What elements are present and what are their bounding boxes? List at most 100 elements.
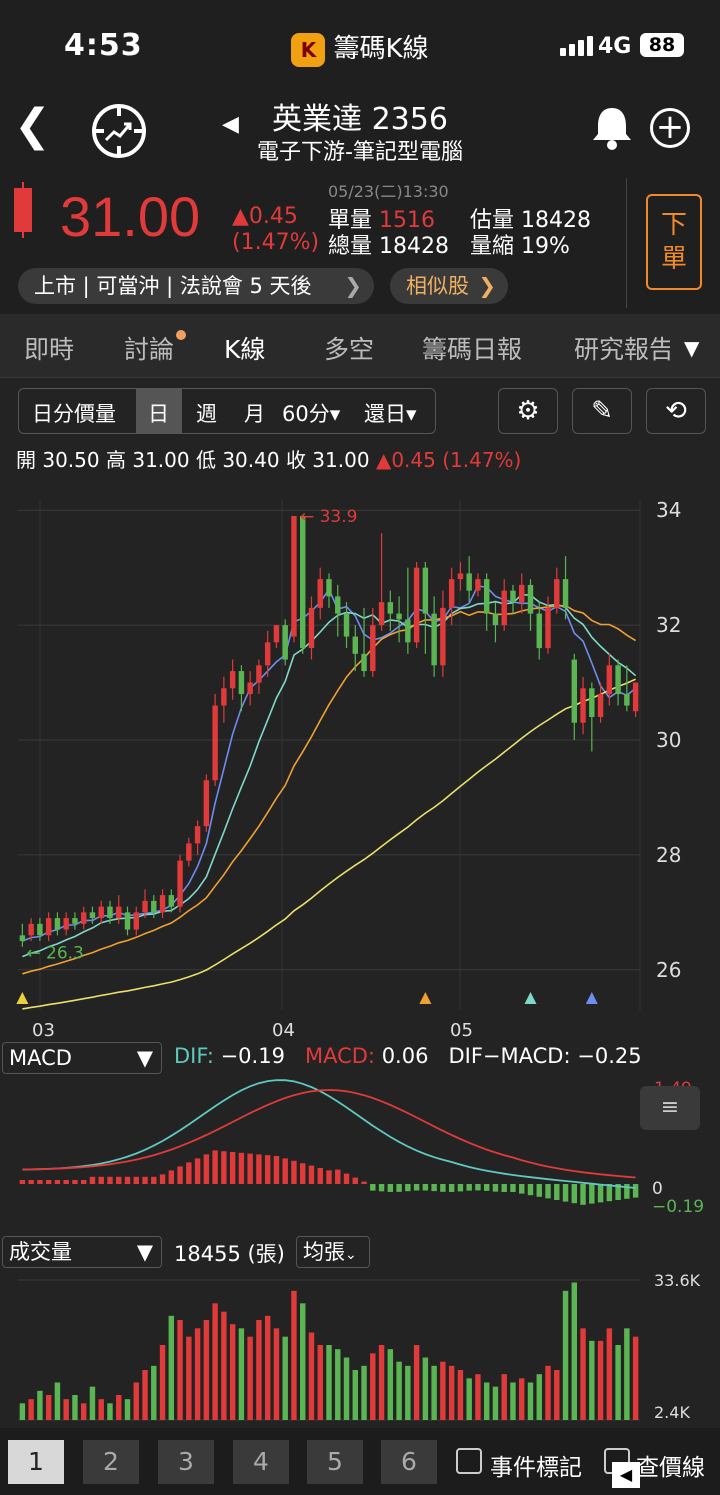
volume-bar	[396, 1361, 402, 1420]
period-month[interactable]: 月	[244, 398, 265, 428]
macd-histogram-bar	[98, 1176, 104, 1184]
macd-histogram-bar	[317, 1168, 323, 1184]
volume-bar	[273, 1328, 280, 1420]
macd-histogram-bar	[632, 1184, 639, 1198]
candle-body	[483, 579, 490, 614]
candle-body	[212, 705, 218, 781]
period-60min[interactable]: 60分▾	[282, 398, 340, 428]
ohlc-line: 開 30.50 高 31.00 低 30.40 收 31.00 ▲0.45 (1…	[16, 444, 521, 473]
volume-chart[interactable]: 33.6K 2.4K	[0, 1270, 720, 1426]
tab-chip-daily[interactable]: 籌碼日報	[422, 330, 522, 366]
candle-body	[124, 912, 131, 930]
tab-long-short[interactable]: 多空	[324, 330, 374, 366]
macd-histogram-bar	[413, 1184, 420, 1191]
candle-body	[107, 906, 113, 919]
volume-bar	[308, 1332, 315, 1420]
draw-pen-icon[interactable]: ✎	[572, 388, 632, 434]
candle-body	[405, 619, 411, 643]
macd-chart[interactable]: 1.490−0.19	[0, 1076, 720, 1226]
high-annotation: ← 33.9	[300, 507, 358, 527]
low-annotation: ← 26.3	[26, 944, 84, 964]
add-watchlist-icon[interactable]: +	[650, 108, 690, 148]
tab-discussion[interactable]: 討論	[124, 330, 187, 366]
resize-handle-icon[interactable]: ≡	[640, 1086, 700, 1130]
candle-body	[300, 515, 306, 649]
macd-histogram-bar	[168, 1170, 175, 1184]
candle-body	[589, 688, 595, 718]
volume-unit-select[interactable]: 均張⌄	[296, 1236, 370, 1268]
volume-bar	[475, 1374, 481, 1420]
battery-icon: 88	[640, 33, 684, 57]
tab-research[interactable]: 研究報告	[574, 330, 670, 366]
candle-body	[606, 665, 613, 695]
candle-body	[159, 895, 166, 913]
page-button-5[interactable]: 5	[307, 1440, 363, 1484]
volume-bar	[80, 1403, 87, 1420]
macd-histogram-bar	[545, 1184, 551, 1199]
macd-histogram-bar	[370, 1184, 376, 1191]
candle-body	[501, 590, 507, 626]
similar-stocks-button[interactable]: 相似股 ❯	[390, 268, 508, 304]
page-button-6[interactable]: 6	[381, 1440, 437, 1484]
stock-tags-pill[interactable]: 上市 | 可當沖 | 法說會 5 天後 ❯	[18, 268, 374, 304]
volume-bar	[615, 1345, 621, 1420]
event-marker-checkbox[interactable]	[456, 1448, 482, 1474]
volume-bar	[142, 1370, 148, 1420]
candle-body	[475, 579, 481, 591]
candle-body	[72, 918, 78, 924]
collapse-arrow-icon[interactable]: ◀	[612, 1462, 640, 1488]
x-tick-label: 05	[450, 1020, 473, 1041]
volume-bar	[562, 1290, 569, 1420]
candle-body	[387, 602, 394, 614]
period-day[interactable]: 日	[148, 398, 169, 428]
network-label: 4G	[598, 34, 632, 59]
page-button-4[interactable]: 4	[233, 1440, 289, 1484]
candle-body	[247, 682, 253, 695]
tab-kline[interactable]: K線	[224, 330, 265, 366]
macd-histogram-bar	[37, 1180, 43, 1184]
moving-average-line	[22, 585, 637, 942]
volume-bar	[545, 1365, 551, 1420]
volume-bar	[159, 1345, 166, 1420]
candle-body	[615, 665, 621, 695]
page-button-3[interactable]: 3	[158, 1440, 214, 1484]
macd-histogram-bar	[229, 1152, 236, 1184]
volume-bar	[624, 1328, 630, 1420]
candlestick-chart[interactable]: 34 32 30 28 26 03 04 05 ← 33.9 ← 26.3	[0, 470, 720, 1042]
volume-bar	[124, 1399, 131, 1420]
notification-dot-icon	[176, 330, 187, 340]
macd-histogram-bar	[107, 1176, 113, 1184]
volume-bar	[632, 1336, 639, 1420]
volume-bar	[264, 1315, 271, 1420]
volume-bar	[589, 1340, 595, 1420]
candle-body	[422, 567, 429, 614]
rotate-screen-icon[interactable]: ⟲	[646, 388, 706, 434]
page-button-1[interactable]: 1	[8, 1440, 64, 1484]
signal-icon	[560, 36, 596, 56]
page-button-2[interactable]: 2	[83, 1440, 139, 1484]
settings-gear-icon[interactable]: ⚙	[498, 388, 558, 434]
tab-realtime[interactable]: 即時	[24, 330, 74, 366]
macd-histogram-bar	[194, 1158, 201, 1184]
candle-body	[554, 579, 560, 608]
stock-tags: 上市 | 可當沖 | 法說會 5 天後	[34, 274, 312, 298]
macd-histogram-bar	[221, 1151, 227, 1184]
volume-bar	[597, 1340, 604, 1420]
tab-more-icon[interactable]: ▼	[684, 336, 699, 360]
candle-body	[431, 613, 437, 666]
candle-body	[256, 665, 262, 683]
volume-bar	[89, 1386, 96, 1420]
period-intraday[interactable]: 日分價量	[32, 398, 116, 428]
y-tick-label: 28	[656, 843, 681, 867]
restore-rights-select[interactable]: 還日▾	[364, 398, 417, 428]
volume-indicator-select[interactable]: 成交量 ▼	[2, 1236, 162, 1268]
candle-body	[361, 653, 367, 672]
period-week[interactable]: 週	[196, 398, 217, 428]
bell-icon[interactable]	[590, 104, 634, 160]
order-button[interactable]: 下單	[646, 194, 702, 290]
candle-body	[396, 613, 402, 620]
volume-bar	[335, 1349, 341, 1420]
macd-indicator-select[interactable]: MACD ▼	[2, 1042, 162, 1074]
volume-bar	[186, 1336, 192, 1420]
osc-value: −0.25	[577, 1044, 642, 1068]
